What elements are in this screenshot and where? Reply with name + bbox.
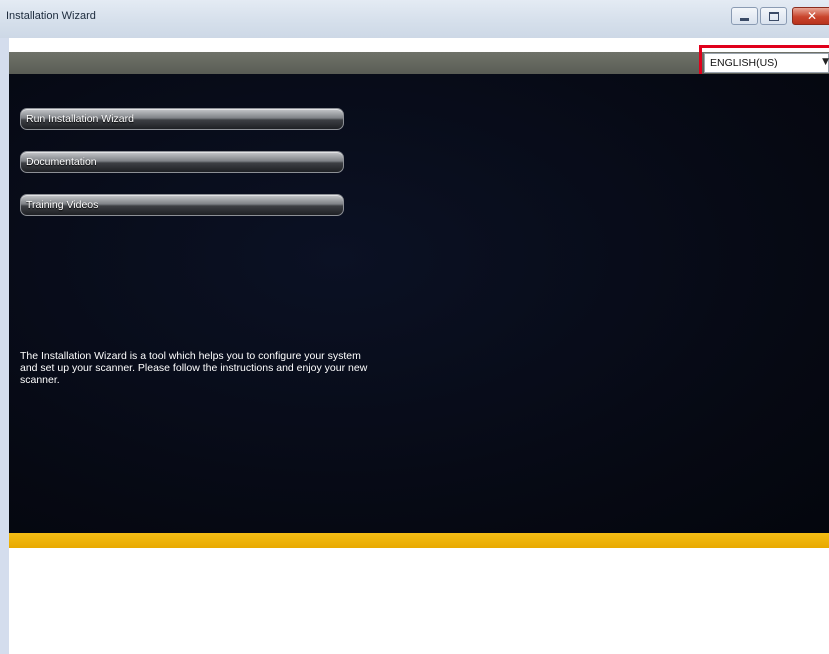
title-bar: Installation Wizard ✕ bbox=[0, 0, 829, 38]
accent-strip bbox=[9, 533, 829, 548]
training-videos-label: Training Videos bbox=[26, 199, 99, 211]
minimize-icon bbox=[732, 8, 757, 24]
window-title: Installation Wizard bbox=[6, 10, 96, 22]
minimize-button[interactable] bbox=[731, 7, 758, 25]
maximize-button[interactable] bbox=[760, 7, 787, 25]
installation-wizard-window: Installation Wizard ✕ ENGLISH(US) ▼ Run … bbox=[0, 0, 829, 654]
run-installation-wizard-label: Run Installation Wizard bbox=[26, 113, 134, 125]
maximize-icon bbox=[761, 8, 786, 24]
documentation-button[interactable]: Documentation bbox=[20, 151, 344, 173]
run-installation-wizard-button[interactable]: Run Installation Wizard bbox=[20, 108, 344, 130]
wizard-description: The Installation Wizard is a tool which … bbox=[20, 350, 368, 386]
main-panel bbox=[9, 74, 829, 533]
training-videos-button[interactable]: Training Videos bbox=[20, 194, 344, 216]
window-frame-left bbox=[0, 38, 9, 654]
documentation-label: Documentation bbox=[26, 156, 97, 168]
close-icon: ✕ bbox=[793, 8, 829, 24]
close-button[interactable]: ✕ bbox=[792, 7, 829, 25]
footer-area bbox=[9, 548, 829, 654]
close-glyph: ✕ bbox=[806, 9, 818, 23]
